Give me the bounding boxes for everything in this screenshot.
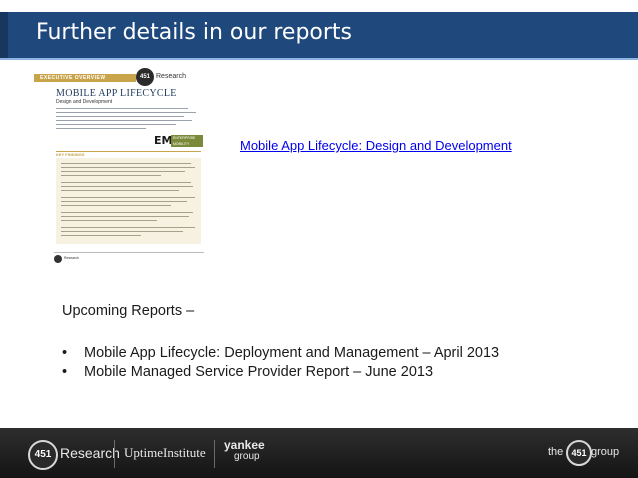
upcoming-heading: Upcoming Reports – bbox=[62, 303, 195, 319]
key-findings-line bbox=[61, 182, 191, 183]
list-item: • Mobile Managed Service Provider Report… bbox=[62, 363, 499, 382]
em-tag: ENTERPRISE MOBILITY bbox=[171, 135, 203, 147]
brand-451-logo-icon: 451 bbox=[28, 440, 58, 470]
brand-the-word: the bbox=[548, 446, 564, 458]
key-findings-line bbox=[61, 220, 157, 221]
slide: Further details in our reports EXECUTIVE… bbox=[0, 0, 638, 478]
key-findings-line bbox=[61, 167, 195, 168]
key-findings-line bbox=[61, 175, 161, 176]
list-item-text: Mobile App Lifecycle: Deployment and Man… bbox=[84, 345, 500, 361]
list-item-text: Mobile Managed Service Provider Report –… bbox=[84, 364, 434, 380]
title-accent bbox=[0, 12, 8, 58]
slide-title: Further details in our reports bbox=[36, 20, 353, 45]
brand-research-word: Research bbox=[60, 445, 120, 461]
key-findings-label: KEY FINDINGS bbox=[56, 152, 85, 157]
report-text-line bbox=[56, 108, 188, 109]
key-findings-line bbox=[61, 216, 189, 217]
key-findings-line bbox=[61, 205, 171, 206]
report-text-line bbox=[56, 116, 184, 117]
upcoming-list: • Mobile App Lifecycle: Deployment and M… bbox=[62, 344, 499, 382]
brand-the451-logo-icon: 451 bbox=[566, 440, 592, 466]
key-findings-line bbox=[61, 212, 193, 213]
key-findings-line bbox=[61, 197, 195, 198]
key-findings-line bbox=[61, 190, 179, 191]
footer-bar: 451 Research UptimeInstitute yankee grou… bbox=[0, 428, 638, 478]
report-text-line bbox=[56, 112, 196, 113]
brand-yankee-group-word: group bbox=[234, 451, 260, 462]
key-findings-line bbox=[61, 163, 191, 164]
report-logo-icon: 451 bbox=[136, 68, 154, 86]
brand-group-word: group bbox=[591, 446, 620, 458]
report-text-line bbox=[56, 124, 176, 125]
report-logo-word: Research bbox=[156, 73, 186, 80]
report-footer-word: Research bbox=[64, 256, 79, 260]
key-findings-line bbox=[61, 227, 195, 228]
footer-divider bbox=[114, 440, 115, 468]
bullet-icon: • bbox=[62, 364, 68, 380]
report-footer-rule bbox=[54, 252, 204, 253]
list-item: • Mobile App Lifecycle: Deployment and M… bbox=[62, 344, 499, 363]
title-bar: Further details in our reports bbox=[0, 12, 638, 58]
key-findings-line bbox=[61, 231, 183, 232]
footer-divider bbox=[214, 440, 215, 468]
em-logo: EM bbox=[154, 134, 173, 147]
report-link[interactable]: Mobile App Lifecycle: Design and Develop… bbox=[240, 138, 512, 153]
exec-overview-label: EXECUTIVE OVERVIEW bbox=[34, 74, 136, 82]
title-underline bbox=[0, 58, 638, 60]
report-doc-subtitle: Design and Development bbox=[56, 99, 113, 105]
bullet-icon: • bbox=[62, 345, 68, 361]
report-doc-title: MOBILE APP LIFECYCLE bbox=[56, 88, 177, 99]
brand-yankee-word: yankee bbox=[224, 438, 265, 452]
brand-uptime-institute: UptimeInstitute bbox=[124, 445, 206, 460]
key-findings-line bbox=[61, 171, 185, 172]
report-thumbnail[interactable]: EXECUTIVE OVERVIEW 451 Research MOBILE A… bbox=[34, 66, 216, 266]
key-findings-line bbox=[61, 235, 141, 236]
key-findings-line bbox=[61, 186, 193, 187]
key-findings-line bbox=[61, 201, 187, 202]
report-text-line bbox=[56, 128, 146, 129]
report-footer-logo-icon bbox=[54, 255, 62, 263]
report-text-line bbox=[56, 120, 192, 121]
